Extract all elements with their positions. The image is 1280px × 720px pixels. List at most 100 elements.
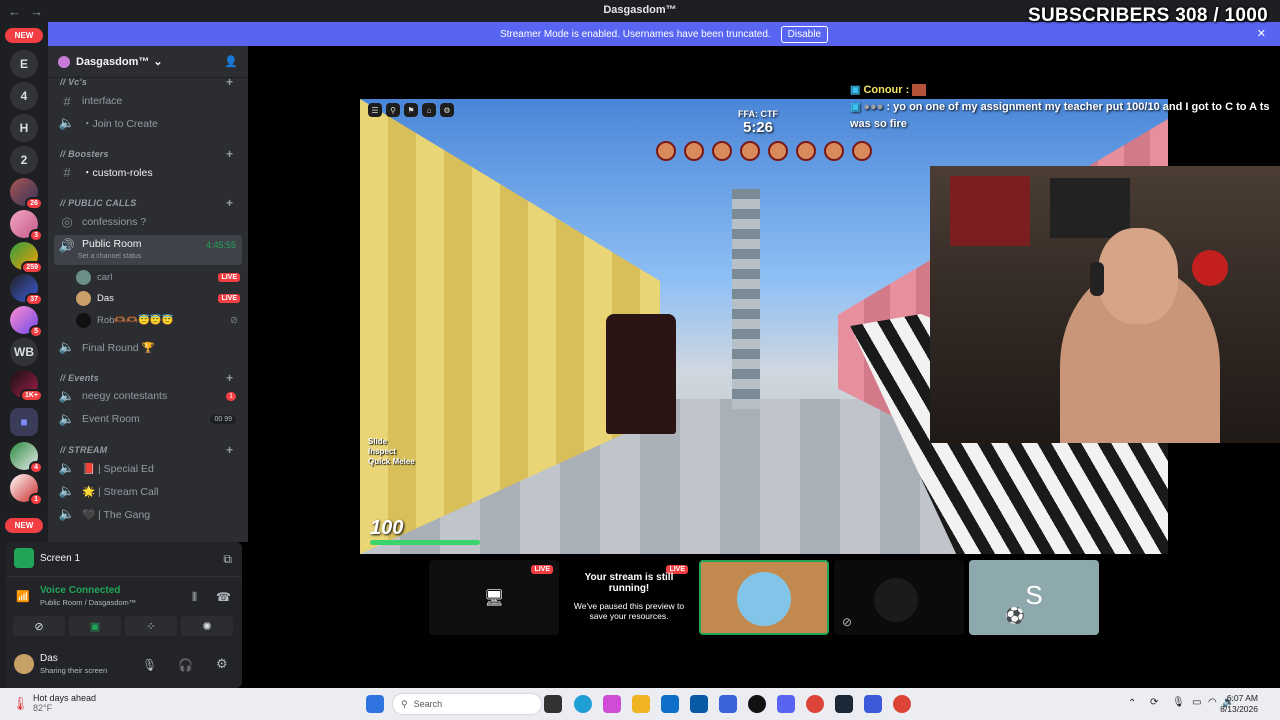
discord-icon[interactable]	[777, 695, 795, 713]
new-badge[interactable]: NEW	[5, 518, 43, 533]
outlook-icon[interactable]	[661, 695, 679, 713]
close-icon[interactable]: ✕	[1257, 27, 1266, 40]
server-icon[interactable]: 4	[10, 442, 43, 474]
gear-icon[interactable]: ⚙	[216, 656, 228, 672]
plus-icon[interactable]: +	[226, 75, 233, 89]
channel-join-to-create[interactable]: 🔈 ・Join to Create	[54, 113, 242, 133]
speaker-icon: 🔈	[58, 388, 76, 403]
server-icon-e[interactable]: E	[10, 50, 38, 78]
system-clock[interactable]: 6:07 AM 8/13/2026	[1220, 693, 1258, 715]
screen-share-row[interactable]: Screen 1	[14, 548, 80, 568]
disable-streamer-mode-button[interactable]: Disable	[780, 25, 829, 43]
channel-public-room[interactable]: 🔊 Public Room 4:45:55 Set a channel stat…	[54, 235, 242, 265]
speaker-icon: 🔈	[58, 460, 76, 475]
app-icon[interactable]	[864, 695, 882, 713]
noise-suppression-icon[interactable]: ⫴	[192, 590, 197, 605]
new-badge[interactable]: NEW	[5, 28, 43, 43]
store-icon[interactable]	[690, 695, 708, 713]
chevron-up-icon[interactable]: ⌃	[1128, 698, 1136, 709]
copilot-icon[interactable]	[603, 695, 621, 713]
category-events[interactable]: // Events +	[60, 371, 233, 385]
speaker-icon: 🔈	[58, 411, 76, 426]
channel-event-room[interactable]: 🔈 Event Room 00 99	[54, 409, 242, 429]
steam-icon[interactable]	[835, 695, 853, 713]
start-icon[interactable]	[366, 695, 384, 713]
channel-label: neegy contestants	[82, 390, 168, 402]
server-icon-4[interactable]: 4	[10, 82, 38, 110]
channel-special-ed[interactable]: 🔈 📕 | Special Ed	[54, 458, 242, 478]
disconnect-icon[interactable]: ☎	[216, 590, 231, 604]
screen-share-button[interactable]: ▣	[69, 616, 121, 636]
microphone-icon[interactable]: 🎙	[1172, 697, 1185, 708]
plus-icon[interactable]: +	[226, 196, 233, 210]
channel-confessions[interactable]: ◎ confessions ?	[54, 212, 242, 232]
activities-button[interactable]: ⁘	[125, 616, 177, 636]
server-icon[interactable]: 1	[10, 474, 43, 506]
participant-tile-paused[interactable]: LIVE Your stream is still running! We've…	[564, 560, 694, 635]
channel-status[interactable]: Set a channel status	[78, 253, 141, 260]
server-icon-2[interactable]: 2	[10, 146, 38, 174]
channel-the-gang[interactable]: 🔈 🖤 | The Gang	[54, 504, 242, 524]
server-header[interactable]: Dasgasdom™ ⌄ 👤	[48, 46, 248, 78]
avatar[interactable]	[14, 654, 34, 674]
category-boosters[interactable]: // Boosters +	[60, 147, 233, 161]
weather-widget[interactable]: 🌡 Hot days ahead 82°F	[12, 693, 96, 713]
participant-tile-screen[interactable]: LIVE 🖥	[429, 560, 559, 635]
chrome-icon[interactable]	[806, 695, 824, 713]
chrome-icon[interactable]	[893, 695, 911, 713]
channel-stream-call[interactable]: 🔈 🌟 | Stream Call	[54, 481, 242, 501]
voice-location[interactable]: Public Room / Dasgasdom™	[40, 598, 136, 607]
server-icon[interactable]: 26	[10, 178, 43, 210]
user-limit: 00 99	[210, 414, 236, 424]
username[interactable]: Das	[40, 653, 58, 664]
sync-icon[interactable]: ⟳	[1150, 697, 1158, 708]
add-member-icon[interactable]: 👤	[224, 55, 238, 68]
server-icon-h[interactable]: H	[10, 114, 38, 142]
channel-neegy-contestants[interactable]: 🔈 neegy contestants 1	[54, 386, 242, 406]
file-explorer-icon[interactable]	[632, 695, 650, 713]
participant-tile-muted[interactable]: ⊘	[834, 560, 964, 635]
search-icon: ⚲	[401, 698, 408, 709]
soundboard-button[interactable]: ✺	[181, 616, 233, 636]
voice-connected-label[interactable]: Voice Connected	[40, 585, 120, 596]
voice-user-carl[interactable]: carl LIVE	[76, 267, 240, 287]
plus-icon[interactable]: +	[226, 443, 233, 457]
webcam-view[interactable]	[930, 166, 1280, 443]
channel-final-round[interactable]: 🔈 Final Round 🏆	[54, 337, 242, 357]
voice-user-das[interactable]: Das LIVE	[76, 288, 240, 308]
popout-icon[interactable]: ⧉	[223, 552, 232, 567]
server-icon[interactable]: 5	[10, 306, 43, 338]
server-icon[interactable]: 3	[10, 210, 43, 242]
category-public-calls[interactable]: // PUBLIC CALLS +	[60, 196, 233, 210]
channel-custom-roles[interactable]: # ・custom-roles	[54, 162, 242, 182]
microphone-icon[interactable]: 🎙	[142, 658, 157, 672]
speaker-icon: 🔈	[58, 506, 76, 521]
server-icon[interactable]: 1K+	[10, 370, 43, 402]
server-name: Dasgasdom™	[76, 55, 150, 68]
category-stream[interactable]: // STREAM +	[60, 443, 233, 457]
search-box[interactable]: ⚲ Search	[392, 693, 542, 715]
voice-user-rob[interactable]: Rob🫶🏾🫶🏾😇😇😇 ⊘	[76, 310, 240, 330]
headphones-icon[interactable]: 🎧	[178, 658, 193, 672]
server-icon[interactable]: 259	[10, 242, 43, 274]
channel-interface[interactable]: # interface	[54, 91, 242, 111]
channel-label: 🌟 | Stream Call	[82, 485, 159, 498]
camera-toggle-button[interactable]: ⊘	[13, 616, 65, 636]
task-view-icon[interactable]	[544, 695, 562, 713]
display-icon[interactable]: ▭	[1192, 697, 1201, 708]
health-value: 100	[370, 517, 404, 539]
server-icon[interactable]: 37	[10, 274, 43, 306]
category-vcs[interactable]: // Vc's +	[60, 75, 233, 89]
server-icon-wb[interactable]: WB	[10, 338, 38, 366]
plus-icon[interactable]: +	[226, 147, 233, 161]
plus-icon[interactable]: +	[226, 371, 233, 385]
unread-count: 1	[226, 391, 236, 401]
wifi-icon[interactable]: ◠	[1208, 697, 1217, 708]
obs-icon[interactable]	[748, 695, 766, 713]
folder-icon[interactable]: ■	[10, 408, 38, 436]
category-label: // Boosters	[60, 149, 109, 159]
participant-tile-avatar[interactable]	[699, 560, 829, 635]
edge-icon[interactable]	[574, 695, 592, 713]
ea-app-icon[interactable]	[719, 695, 737, 713]
participant-tile-s[interactable]: S ⚽	[969, 560, 1099, 635]
